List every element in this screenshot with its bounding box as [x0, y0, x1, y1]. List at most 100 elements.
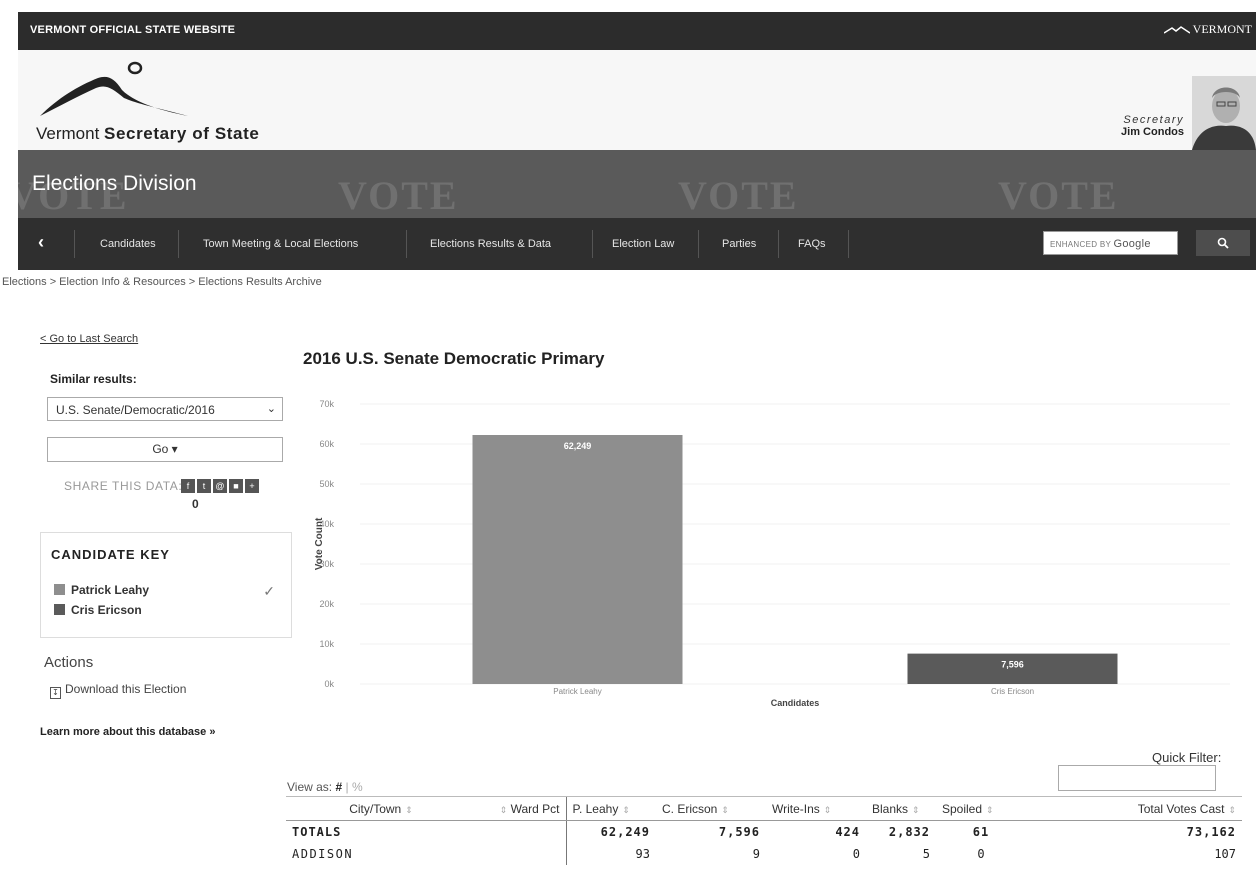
x-tick-label: Cris Ericson — [991, 687, 1034, 696]
bar-data-label: 62,249 — [564, 441, 592, 451]
column-header-city[interactable]: City/Town ⇕ — [286, 796, 476, 821]
x-axis-label: Candidates — [771, 698, 820, 708]
sort-icon: ⇕ — [986, 804, 994, 815]
breadcrumb[interactable]: Elections > Election Info & Resources > … — [2, 276, 322, 288]
candidate-key-item[interactable]: Patrick Leahy — [54, 583, 149, 597]
nav-divider — [698, 230, 699, 258]
candidate-name: Cris Ericson — [71, 603, 142, 617]
share-label: SHARE THIS DATA: — [64, 479, 183, 493]
download-icon: ↧ — [50, 687, 61, 699]
column-header-spoiled[interactable]: Spoiled ⇕ — [936, 796, 1026, 821]
quick-filter-label: Quick Filter: — [1152, 750, 1222, 765]
secretary-portrait — [1192, 76, 1256, 150]
cell-leahy: 93 — [565, 843, 656, 865]
column-header-label: Spoiled — [942, 801, 983, 816]
cell-city: ADDISON — [292, 847, 354, 861]
candidate-key-item[interactable]: Cris Ericson — [54, 603, 142, 617]
column-header-blanks[interactable]: Blanks ⇕ — [866, 796, 936, 821]
view-as: View as: # | % — [287, 780, 363, 794]
search-placeholder-prefix: ENHANCED BY — [1050, 240, 1114, 249]
column-header-total[interactable]: Total Votes Cast ⇕ — [1026, 796, 1242, 821]
secretary-block: Secretary Jim Condos — [1121, 114, 1184, 138]
column-header-label: City/Town — [349, 801, 402, 816]
nav-item-candidates[interactable]: Candidates — [100, 238, 156, 250]
sort-icon: ⇕ — [622, 804, 630, 815]
search-input[interactable]: ENHANCED BY Google — [1043, 231, 1178, 255]
elections-banner: VOTE VOTE VOTE VOTE Elections Division — [18, 150, 1256, 218]
y-tick-label: 0k — [324, 679, 334, 689]
cell-write-ins: 424 — [835, 825, 860, 839]
sort-icon: ⇕ — [721, 804, 729, 815]
mountain-icon — [1163, 26, 1191, 34]
table-row-totals: TOTALS 62,249 7,596 424 2,832 61 73,162 — [286, 820, 1242, 843]
sos-logo[interactable] — [38, 58, 188, 125]
column-header-label: C. Ericson — [662, 801, 718, 816]
search-placeholder: ENHANCED BY Google — [1050, 238, 1151, 250]
table-header-row: City/Town ⇕ ⇕ Ward Pct P. Leahy ⇕ C. Erics… — [286, 796, 1242, 821]
cell-total: 73,162 — [1186, 825, 1236, 839]
similar-results-label: Similar results: — [50, 372, 137, 386]
candidate-key: CANDIDATE KEY Patrick Leahy ✓ Cris Erics… — [40, 532, 292, 638]
print-icon[interactable]: ■ — [229, 479, 243, 493]
column-header-ward-pct[interactable]: ⇕ Ward Pct — [476, 796, 566, 821]
vote-watermark: VOTE — [998, 173, 1119, 218]
search-button[interactable] — [1196, 230, 1250, 256]
org-name[interactable]: Vermont Secretary of State — [36, 124, 259, 144]
results-table: City/Town ⇕ ⇕ Ward Pct P. Leahy ⇕ C. Erics… — [286, 796, 1242, 865]
facebook-icon[interactable]: f — [181, 479, 195, 493]
checkmark-icon: ✓ — [263, 583, 275, 599]
candidate-key-title: CANDIDATE KEY — [51, 547, 170, 562]
view-as-percent-toggle[interactable]: % — [352, 780, 363, 794]
chart-title: 2016 U.S. Senate Democratic Primary — [303, 349, 605, 368]
quick-filter-input[interactable] — [1058, 765, 1216, 791]
nav-item-election-law[interactable]: Election Law — [612, 238, 674, 250]
cell-blanks: 5 — [922, 847, 930, 861]
similar-results-select[interactable]: U.S. Senate/Democratic/2016 ⌄ — [47, 397, 283, 421]
column-header-label: Write-Ins — [772, 801, 820, 816]
y-tick-label: 20k — [319, 599, 334, 609]
bar-data-label: 7,596 — [1001, 660, 1024, 670]
email-icon[interactable]: @ — [213, 479, 227, 493]
nav-item-results[interactable]: Elections Results & Data — [430, 238, 551, 250]
chevron-left-icon[interactable]: ‹ — [38, 232, 44, 253]
column-header-label: Ward — [510, 801, 539, 816]
nav-item-parties[interactable]: Parties — [722, 238, 756, 250]
sort-icon: ⇕ — [1228, 804, 1236, 815]
cell-spoiled: 0 — [977, 847, 985, 861]
vote-watermark: VOTE — [338, 173, 459, 218]
share-plus-icon[interactable]: + — [245, 479, 259, 493]
actions-heading: Actions — [44, 654, 94, 671]
bar-patrick-leahy — [472, 435, 683, 684]
cell-ericson: 7,596 — [718, 825, 760, 839]
official-site-bar: VERMONT OFFICIAL STATE WEBSITE VERMONT — [18, 12, 1256, 50]
column-header-leahy[interactable]: P. Leahy ⇕ — [565, 796, 656, 821]
sort-icon: ⇕ — [499, 804, 508, 815]
twitter-icon[interactable]: t — [197, 479, 211, 493]
nav-divider — [406, 230, 407, 258]
go-to-last-search-link[interactable]: < Go to Last Search — [40, 333, 138, 345]
vermont-link[interactable]: VERMONT — [1163, 22, 1252, 37]
cell-ward-pct — [476, 843, 566, 865]
column-header-write-ins[interactable]: Write-Ins ⇕ — [766, 796, 866, 821]
x-tick-label: Patrick Leahy — [553, 687, 601, 696]
column-header-label: P. Leahy — [572, 801, 619, 816]
nav-divider — [592, 230, 593, 258]
chevron-down-icon: ⌄ — [266, 403, 276, 415]
table-row: ADDISON 93 9 0 5 0 107 — [286, 843, 1242, 865]
search-icon — [1217, 237, 1229, 249]
view-as-number-toggle[interactable]: # — [335, 780, 342, 794]
go-button[interactable]: Go ▾ — [47, 437, 283, 462]
y-tick-label: 60k — [319, 439, 334, 449]
nav-item-faqs[interactable]: FAQs — [798, 238, 826, 250]
nav-item-town-meeting[interactable]: Town Meeting & Local Elections — [203, 238, 358, 250]
download-label: Download this Election — [65, 682, 187, 696]
learn-more-link[interactable]: Learn more about this database » — [40, 726, 215, 738]
column-header-ericson[interactable]: C. Ericson ⇕ — [656, 796, 766, 821]
share-count: 0 — [192, 497, 199, 511]
sort-icon: ⇕ — [405, 804, 413, 815]
banner-title: Elections Division — [32, 172, 197, 195]
download-election-link[interactable]: ↧ Download this Election — [50, 682, 186, 699]
candidate-name: Patrick Leahy — [71, 583, 150, 597]
sort-icon: ⇕ — [823, 804, 832, 815]
similar-results-value: U.S. Senate/Democratic/2016 — [56, 403, 215, 417]
